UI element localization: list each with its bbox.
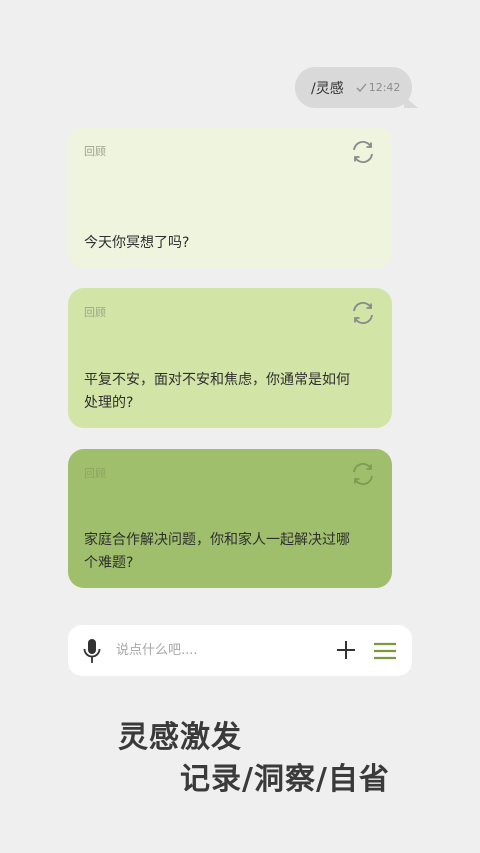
card-text: 今天你冥想了吗? xyxy=(84,235,190,251)
refresh-icon[interactable] xyxy=(350,139,376,165)
tagline-title: 灵感激发 xyxy=(118,720,242,755)
tagline-subtitle: 记录/洞察/自省 xyxy=(180,762,390,797)
message-meta: 12:42 xyxy=(356,81,401,94)
input-bar xyxy=(68,625,412,676)
menu-icon[interactable] xyxy=(373,641,397,661)
card-tag: 回顾 xyxy=(84,145,106,158)
card-tag: 回顾 xyxy=(84,306,106,319)
message-bubble: /灵感 12:42 xyxy=(295,67,418,108)
prompt-card[interactable]: 回顾 平复不安，面对不安和焦虑，你通常是如何处理的? xyxy=(68,288,392,428)
card-tag: 回顾 xyxy=(84,467,106,480)
card-text: 家庭合作解决问题，你和家人一起解决过哪个难题? xyxy=(84,532,350,571)
refresh-icon[interactable] xyxy=(350,300,376,326)
bubble-tail xyxy=(404,96,418,108)
message-input[interactable] xyxy=(116,639,316,661)
card-text: 平复不安，面对不安和焦虑，你通常是如何处理的? xyxy=(84,372,350,411)
plus-icon[interactable] xyxy=(335,639,357,661)
check-icon xyxy=(356,83,367,92)
message-text: /灵感 xyxy=(311,80,344,97)
message-time: 12:42 xyxy=(368,81,401,94)
prompt-card[interactable]: 回顾 今天你冥想了吗? xyxy=(68,127,392,268)
prompt-card[interactable]: 回顾 家庭合作解决问题，你和家人一起解决过哪个难题? xyxy=(68,449,392,588)
refresh-icon[interactable] xyxy=(350,461,376,487)
microphone-icon[interactable] xyxy=(82,638,102,664)
